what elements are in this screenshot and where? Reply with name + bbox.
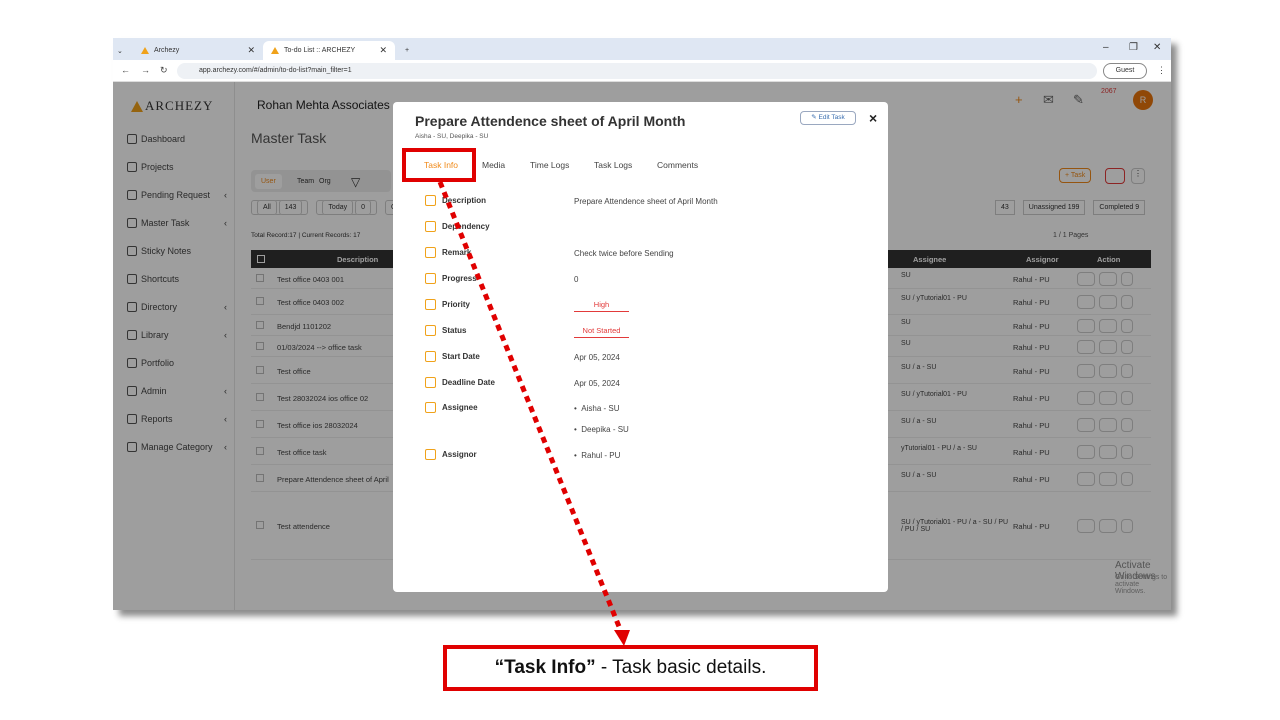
callout-box: “Task Info” - Task basic details. <box>443 645 818 691</box>
callout-arrow <box>437 181 630 646</box>
callout-bold: “Task Info” <box>494 657 596 678</box>
callout-text: - Task basic details. <box>595 657 767 678</box>
